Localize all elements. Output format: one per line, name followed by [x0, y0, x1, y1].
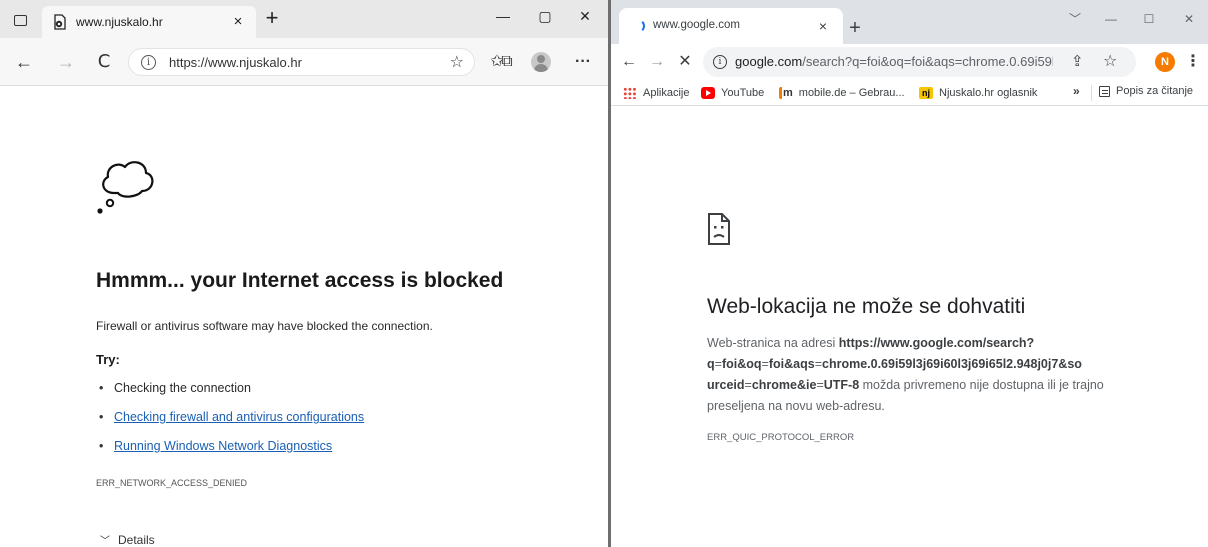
edge-error-description: Firewall or antivirus software may have …	[96, 319, 433, 333]
thought-cloud-icon	[97, 161, 154, 214]
chrome-omnibox[interactable]: i google.com/search?q=foi&oq=foi&aqs=chr…	[703, 47, 1136, 77]
reading-list-button[interactable]: Popis za čitanje	[1099, 85, 1193, 97]
edge-error-heading: Hmmm... your Internet access is blocked	[96, 269, 504, 292]
details-toggle[interactable]: ﹀ Details	[100, 532, 155, 547]
bookmark-mobile-de[interactable]: m mobile.de – Gebrau...	[779, 85, 905, 101]
site-info-icon[interactable]: i	[713, 55, 727, 69]
chrome-error-code: ERR_QUIC_PROTOCOL_ERROR	[707, 432, 855, 443]
chrome-error-page: Web-lokacija ne može se dohvatiti Web-st…	[611, 107, 1208, 547]
chrome-tab-close-icon[interactable]: ×	[813, 16, 833, 36]
desc-url-part: foi&aqs	[768, 357, 815, 371]
chevron-down-icon: ﹀	[100, 536, 110, 547]
bookmark-star-icon[interactable]: ☆	[1103, 51, 1117, 71]
bookmark-label: mobile.de – Gebrau...	[798, 87, 905, 99]
address-path: /search?q=foi&oq=foi&aqs=chrome.0.69i59l…	[802, 54, 1053, 69]
settings-more-button[interactable]: ···	[570, 50, 596, 74]
desc-url-part: =	[816, 378, 824, 392]
edge-minimize-button[interactable]: —	[480, 0, 526, 32]
edge-toolbar: ← → C i https://www.njuskalo.hr ☆ ✩ ⧉ ··…	[0, 38, 608, 86]
chrome-error-description: Web-stranica na adresi https://www.googl…	[707, 333, 1147, 417]
site-info-icon[interactable]: i	[141, 55, 156, 70]
reading-list-label: Popis za čitanje	[1116, 85, 1194, 97]
bookmark-youtube[interactable]: YouTube	[701, 85, 764, 101]
chrome-menu-button[interactable]: ⋮	[1185, 50, 1201, 74]
chrome-profile-avatar[interactable]: N	[1155, 52, 1175, 72]
desc-url-part: =	[761, 357, 769, 371]
bookmark-label: YouTube	[721, 87, 765, 99]
chrome-minimize-button[interactable]: —	[1093, 6, 1129, 32]
bookmark-label: Aplikacije	[643, 87, 690, 99]
youtube-icon	[701, 87, 715, 99]
edge-titlebar: www.njuskalo.hr × + — ▢ ✕	[0, 0, 608, 38]
njuskalo-icon: nj	[919, 87, 933, 99]
chrome-error-heading: Web-lokacija ne može se dohvatiti	[707, 295, 1026, 318]
edge-error-code: ERR_NETWORK_ACCESS_DENIED	[96, 478, 248, 488]
desc-url-part: q	[707, 357, 715, 371]
edge-address-url[interactable]: https://www.njuskalo.hr	[169, 55, 302, 70]
edge-tab-njuskalo[interactable]: www.njuskalo.hr ×	[42, 6, 256, 38]
desc-url-part: =	[744, 378, 752, 392]
desc-url-part: foi&oq	[721, 357, 762, 371]
desc-url-part: =	[814, 357, 822, 371]
reading-list-icon	[1099, 85, 1110, 97]
add-favorite-icon[interactable]: ☆	[450, 52, 464, 72]
refresh-button[interactable]: C	[92, 50, 116, 74]
back-button[interactable]: ←	[12, 50, 36, 74]
chrome-address-url[interactable]: google.com/search?q=foi&oq=foi&aqs=chrom…	[735, 54, 1053, 69]
loading-spinner-icon	[631, 19, 645, 33]
details-label: Details	[118, 533, 155, 547]
tab-actions-icon[interactable]	[8, 8, 32, 32]
suggestion-check-connection: Checking the connection	[96, 381, 364, 410]
chrome-tab-title: www.google.com	[653, 19, 740, 31]
desc-url-part: chrome&ie	[751, 378, 817, 392]
share-icon[interactable]: ⇪	[1071, 52, 1084, 70]
chrome-forward-button[interactable]: →	[645, 50, 669, 74]
chrome-toolbar: ← → ✕ i google.com/search?q=foi&oq=foi&a…	[611, 44, 1208, 80]
bookmark-label: Njuskalo.hr oglasnik	[939, 87, 1038, 99]
chrome-close-button[interactable]: ✕	[1171, 6, 1207, 32]
suggestions-list: Checking the connection Checking firewal…	[96, 381, 364, 468]
desc-url-part: https://www.google.com/search?	[838, 336, 1035, 350]
chrome-new-tab-button[interactable]: +	[843, 18, 867, 42]
edge-tab-close-icon[interactable]: ×	[228, 12, 248, 32]
desktop-screen: www.njuskalo.hr × + — ▢ ✕ ← → C i https:…	[0, 0, 1208, 547]
edge-profile-avatar[interactable]	[531, 52, 551, 72]
tab-search-dropdown-icon[interactable]: ﹀	[1057, 6, 1093, 32]
chrome-stop-button[interactable]: ✕	[673, 50, 697, 74]
address-domain: google.com	[735, 54, 803, 69]
chrome-maximize-button[interactable]: ☐	[1131, 6, 1167, 32]
mobile-de-icon: m	[779, 87, 793, 99]
chrome-tab-google[interactable]: www.google.com ×	[619, 8, 843, 44]
chrome-window: www.google.com × + ﹀ — ☐ ✕ ← → ✕ i googl…	[611, 0, 1208, 547]
suggestion-diagnostics-link[interactable]: Running Windows Network Diagnostics	[96, 439, 364, 468]
bookmark-apps[interactable]: Aplikacije	[623, 85, 689, 101]
bookmarks-more-button[interactable]: »	[1073, 84, 1080, 98]
edge-tab-title: www.njuskalo.hr	[76, 15, 163, 29]
edge-error-page: Hmmm... your Internet access is blocked …	[0, 87, 608, 547]
page-favicon-icon	[54, 14, 66, 30]
try-label: Try:	[96, 352, 120, 367]
edge-close-button[interactable]: ✕	[562, 0, 608, 32]
suggestion-firewall-link[interactable]: Checking firewall and antivirus configur…	[96, 410, 364, 439]
chrome-back-button[interactable]: ←	[617, 50, 641, 74]
chrome-titlebar: www.google.com × + ﹀ — ☐ ✕	[611, 0, 1208, 44]
forward-button[interactable]: →	[54, 50, 78, 74]
sad-page-icon	[708, 213, 730, 245]
bookmark-njuskalo[interactable]: nj Njuskalo.hr oglasnik	[919, 85, 1037, 101]
edge-new-tab-button[interactable]: +	[260, 7, 284, 31]
desc-url-part: =	[714, 357, 722, 371]
bookmarks-separator	[1091, 85, 1092, 101]
edge-address-bar[interactable]: i https://www.njuskalo.hr ☆	[128, 48, 475, 76]
desc-url-part: UTF-8	[823, 378, 860, 392]
apps-grid-icon	[623, 87, 637, 99]
edge-window: www.njuskalo.hr × + — ▢ ✕ ← → C i https:…	[0, 0, 608, 547]
bookmarks-bar: Aplikacije YouTube m mobile.de – Gebrau.…	[611, 80, 1208, 106]
collections-icon[interactable]: ⧉	[494, 50, 520, 74]
desc-prefix: Web-stranica na adresi	[707, 336, 839, 350]
